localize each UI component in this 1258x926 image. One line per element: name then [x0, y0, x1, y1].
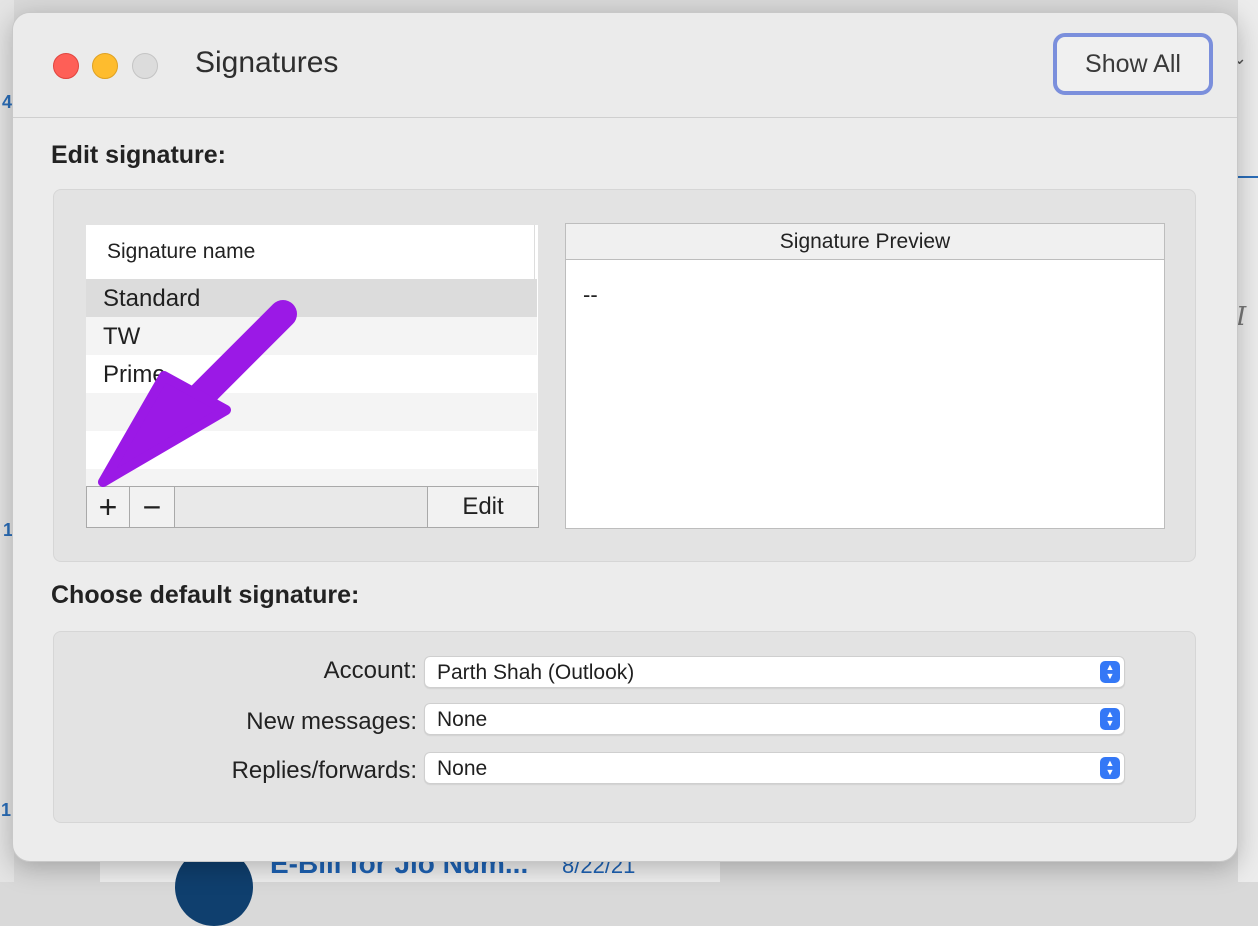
- select-chevron-icon: ▲ ▼: [1100, 708, 1120, 730]
- signature-preview-header: Signature Preview: [566, 224, 1164, 260]
- replies-forwards-select-value: None: [437, 757, 488, 780]
- signature-list-empty-row: [86, 469, 537, 487]
- background-divider: [1238, 176, 1258, 178]
- title-bar: Signatures Show All: [13, 13, 1237, 118]
- close-window-button[interactable]: [53, 53, 79, 79]
- account-label: Account:: [323, 657, 417, 684]
- signature-list-empty-row: [86, 431, 537, 469]
- signature-list-item[interactable]: Prime: [86, 355, 537, 393]
- signature-list-header: Signature name: [86, 225, 535, 279]
- background-count: 1: [1, 800, 12, 820]
- new-messages-label: New messages:: [246, 708, 417, 735]
- new-messages-select[interactable]: None ▲ ▼: [424, 703, 1125, 735]
- signature-list: Signature name Standard TW Prime: [86, 225, 538, 487]
- signature-name: TW: [103, 323, 141, 350]
- signatures-window: Signatures Show All Edit signature: Sign…: [12, 12, 1238, 862]
- signature-name: Standard: [103, 285, 201, 312]
- new-messages-select-value: None: [437, 708, 488, 731]
- minimize-window-button[interactable]: [92, 53, 118, 79]
- default-signature-heading: Choose default signature:: [51, 581, 360, 609]
- account-select[interactable]: Parth Shah (Outlook) ▲ ▼: [424, 656, 1125, 688]
- signature-list-toolbar: + − Edit: [86, 486, 539, 528]
- background-count: 4: [2, 92, 13, 112]
- remove-signature-button[interactable]: −: [130, 487, 175, 527]
- background-app-pane: [1238, 0, 1258, 882]
- replies-forwards-label: Replies/forwards:: [231, 757, 417, 784]
- signature-preview-pane: Signature Preview --: [565, 223, 1165, 529]
- zoom-window-button[interactable]: [132, 53, 158, 79]
- signature-list-header-label: Signature name: [107, 240, 256, 263]
- replies-forwards-select[interactable]: None ▲ ▼: [424, 752, 1125, 784]
- edit-signature-button[interactable]: Edit: [427, 487, 538, 527]
- window-title: Signatures: [195, 46, 339, 79]
- signature-preview-text: --: [583, 282, 598, 307]
- account-select-value: Parth Shah (Outlook): [437, 661, 635, 684]
- show-all-button[interactable]: Show All: [1053, 33, 1213, 95]
- signature-name: Prime: [103, 361, 166, 388]
- signature-list-empty-row: [86, 393, 537, 431]
- signature-list-item[interactable]: TW: [86, 317, 537, 355]
- add-signature-button[interactable]: +: [87, 487, 130, 527]
- edit-signature-heading: Edit signature:: [51, 141, 227, 169]
- select-chevron-icon: ▲ ▼: [1100, 661, 1120, 683]
- signature-list-item[interactable]: Standard: [86, 279, 537, 317]
- select-chevron-icon: ▲ ▼: [1100, 757, 1120, 779]
